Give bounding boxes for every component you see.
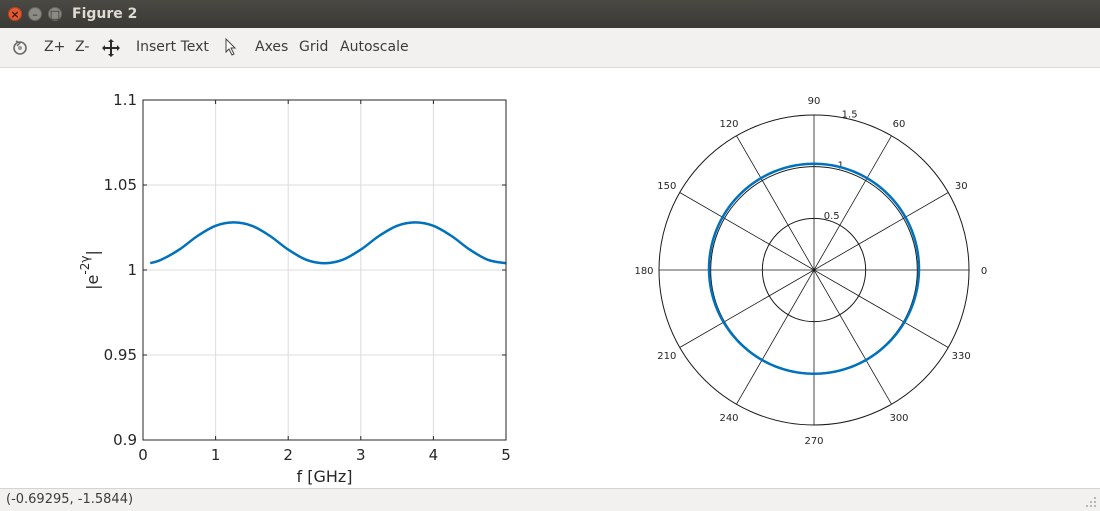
x-tick-label: 5 <box>501 446 511 464</box>
radius-tick-label: 1.5 <box>842 109 858 120</box>
y-tick-label: 1.05 <box>104 176 137 194</box>
figure-canvas[interactable]: 0 1 2 3 4 5 0.9 0.95 1 1.05 1.1 f [GHz] |e-2γ| 0 3… <box>0 68 1100 488</box>
radius-tick-label: 0.5 <box>824 211 840 222</box>
pan-icon[interactable] <box>101 38 121 58</box>
autoscale-button[interactable]: Autoscale <box>340 39 409 55</box>
y-tick-label: 0.9 <box>113 431 137 449</box>
line-chart: 0 1 2 3 4 5 0.9 0.95 1 1.05 1.1 f [GHz] |e-2γ| <box>78 91 511 486</box>
angle-tick-label: 30 <box>955 181 968 192</box>
cursor-coordinates: (-0.69295, -1.5844) <box>6 492 134 507</box>
close-window-button[interactable]: × <box>8 7 22 21</box>
angle-tick-label: 60 <box>893 119 906 130</box>
resize-grip-icon[interactable] <box>1085 496 1097 508</box>
maximize-window-button[interactable]: □ <box>48 7 62 21</box>
angle-tick-label: 240 <box>719 413 738 424</box>
figure-toolbar: Z+ Z- Insert Text Axes Grid Autoscale <box>0 28 1100 68</box>
x-tick-label: 0 <box>138 446 148 464</box>
rotate-icon[interactable] <box>11 38 29 56</box>
angle-tick-label: 0 <box>981 266 987 277</box>
angle-tick-label: 180 <box>634 266 653 277</box>
angle-tick-label: 330 <box>952 351 971 362</box>
zoom-out-button[interactable]: Z- <box>75 39 89 55</box>
angle-tick-label: 210 <box>657 351 676 362</box>
angle-tick-label: 150 <box>657 181 676 192</box>
angle-tick-label: 270 <box>804 436 823 447</box>
window-title-bar: × – □ Figure 2 <box>0 0 1100 29</box>
x-tick-label: 2 <box>283 446 293 464</box>
x-tick-label: 1 <box>211 446 221 464</box>
angle-tick-label: 120 <box>719 119 738 130</box>
zoom-in-button[interactable]: Z+ <box>44 39 65 55</box>
x-axis-label: f [GHz] <box>296 467 352 486</box>
y-axis-label: |e-2γ| <box>78 250 102 290</box>
y-axis-label-superscript: -2γ <box>78 256 92 275</box>
y-tick-label: 1.1 <box>113 91 137 109</box>
y-tick-label: 1 <box>127 261 137 279</box>
status-bar: (-0.69295, -1.5844) <box>0 488 1100 511</box>
angle-tick-label: 300 <box>889 413 908 424</box>
window-title: Figure 2 <box>72 6 138 22</box>
select-pointer-icon[interactable] <box>224 38 238 56</box>
polar-chart: 0306090120150180210240270300330 0.511.5 <box>634 96 987 447</box>
x-tick-label: 4 <box>429 446 439 464</box>
angular-grid-spokes <box>659 115 969 425</box>
y-tick-labels: 0.9 0.95 1 1.05 1.1 <box>104 91 137 449</box>
minimize-window-button[interactable]: – <box>28 7 42 21</box>
x-tick-labels: 0 1 2 3 4 5 <box>138 446 511 464</box>
axes-button[interactable]: Axes <box>255 39 288 55</box>
x-tick-label: 3 <box>356 446 366 464</box>
insert-text-button[interactable]: Insert Text <box>136 39 209 55</box>
angle-tick-label: 90 <box>808 96 821 107</box>
y-axis-label-base: |e <box>83 275 102 290</box>
y-tick-label: 0.95 <box>104 346 137 364</box>
y-axis-label-tail: | <box>83 250 102 255</box>
grid-button[interactable]: Grid <box>299 39 328 55</box>
